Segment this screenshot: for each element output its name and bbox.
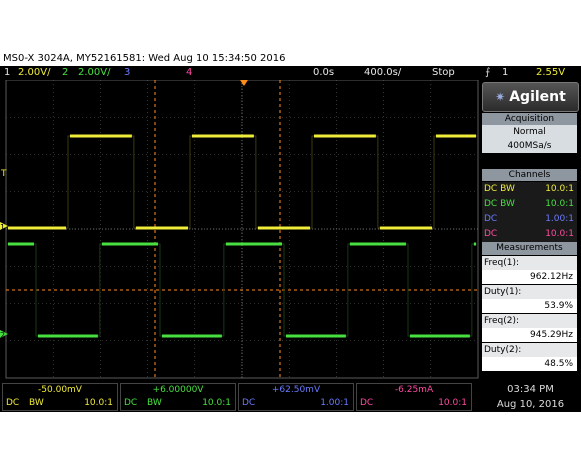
- ch4-offset-cell[interactable]: -6.25mA DC 10.0:1: [356, 383, 472, 411]
- channel-coupling: DC: [484, 229, 498, 239]
- ch3-offset-value: +62.50mV: [271, 385, 321, 395]
- ch2-coupling: DC: [124, 398, 138, 408]
- acquisition-body: Normal 400MSa/s: [482, 125, 577, 153]
- time-offset[interactable]: 0.0s: [313, 66, 334, 80]
- acquisition-header[interactable]: Acquisition: [482, 113, 577, 125]
- channel-probe: 10.0:1: [545, 184, 574, 194]
- channel-markers[interactable]: 1 2 T: [0, 169, 8, 340]
- ch1-marker-label: 1: [0, 223, 5, 232]
- freq2-value: 945.29Hz: [482, 328, 577, 342]
- agilent-spark-icon: ✷: [495, 90, 506, 104]
- clock: 03:34 PM Aug 10, 2016: [480, 380, 581, 412]
- ch3-offset-cell[interactable]: +62.50mV DC 1.00:1: [238, 383, 354, 411]
- brand-logo: ✷ Agilent: [482, 82, 579, 112]
- channel-coupling: DC BW: [484, 199, 515, 209]
- clock-date: Aug 10, 2016: [496, 399, 565, 410]
- rising-edge-trigger-icon[interactable]: ⨍: [485, 66, 490, 80]
- clock-time: 03:34 PM: [507, 384, 554, 395]
- channel-coupling: DC: [484, 214, 498, 224]
- trigger-source[interactable]: 1: [502, 66, 508, 80]
- measurements-header[interactable]: Measurements: [482, 242, 577, 255]
- channels-header[interactable]: Channels: [482, 169, 577, 181]
- ch2-probe: 10.0:1: [202, 398, 231, 408]
- right-sidebar: ✷ Agilent Acquisition Normal 400MSa/s Cha…: [480, 80, 581, 380]
- duty1-value: 53.9%: [482, 299, 577, 313]
- channel-row-3[interactable]: DC 1.00:1: [482, 212, 577, 228]
- freq2-label: Freq(2):: [482, 314, 577, 328]
- ch1-coupling: DC: [6, 398, 20, 408]
- ch4-number[interactable]: 4: [186, 66, 192, 80]
- ch3-probe: 1.00:1: [320, 398, 349, 408]
- freq1-label: Freq(1):: [482, 256, 577, 270]
- channel-probe: 10.0:1: [545, 229, 574, 239]
- ch3-number[interactable]: 3: [124, 66, 130, 80]
- trigger-position-icon: [240, 80, 248, 86]
- channel-row-4[interactable]: DC 10.0:1: [482, 227, 577, 243]
- ch1-bw-limit: BW: [29, 398, 44, 408]
- ch2-scale[interactable]: 2.00V/: [78, 66, 110, 80]
- channel-probe: 10.0:1: [545, 199, 574, 209]
- freq1-value: 962.12Hz: [482, 270, 577, 284]
- ch4-coupling: DC: [360, 398, 374, 408]
- trigger-level[interactable]: 2.55V: [536, 66, 565, 80]
- top-status-bar: 1 2.00V/ 2 2.00V/ 3 4 0.0s 400.0s/ Stop: [0, 66, 480, 80]
- bottom-channel-bar: -50.00mV DC BW 10.0:1 +6.00000V DC BW 10…: [0, 380, 477, 412]
- ch2-number[interactable]: 2: [62, 66, 68, 80]
- ch2-bw-limit: BW: [147, 398, 162, 408]
- channel-row-1[interactable]: DC BW 10.0:1: [482, 182, 577, 198]
- channel-coupling: DC BW: [484, 184, 515, 194]
- duty1-label: Duty(1):: [482, 285, 577, 299]
- ch2-offset-value: +6.00000V: [152, 385, 204, 395]
- ch4-offset-value: -6.25mA: [394, 385, 434, 395]
- brand-name: Agilent: [509, 89, 566, 105]
- ch1-scale[interactable]: 2.00V/: [18, 66, 50, 80]
- waveform-grid: 1 2 T: [0, 80, 479, 379]
- acquisition-rate: 400MSa/s: [507, 141, 552, 151]
- ch1-offset-cell[interactable]: -50.00mV DC BW 10.0:1: [2, 383, 118, 411]
- window-title: MS0-X 3024A, MY52161581: Wed Aug 10 15:3…: [3, 53, 286, 64]
- channel-probe: 1.00:1: [545, 214, 574, 224]
- channel-row-2[interactable]: DC BW 10.0:1: [482, 197, 577, 213]
- ch1-number[interactable]: 1: [4, 66, 10, 80]
- ch1-probe: 10.0:1: [84, 398, 113, 408]
- acquisition-mode: Normal: [513, 127, 546, 137]
- ch3-coupling: DC: [242, 398, 256, 408]
- ch1-offset-value: -50.00mV: [38, 385, 82, 395]
- ch4-probe: 10.0:1: [438, 398, 467, 408]
- time-scale[interactable]: 400.0s/: [364, 66, 401, 80]
- duty2-value: 48.5%: [482, 357, 577, 371]
- trigger-level-marker: T: [0, 169, 7, 179]
- ch2-offset-cell[interactable]: +6.00000V DC BW 10.0:1: [120, 383, 236, 411]
- run-state[interactable]: Stop: [432, 66, 455, 80]
- duty2-label: Duty(2):: [482, 343, 577, 357]
- trigger-status: ⨍ 1 2.55V: [480, 66, 581, 80]
- ch2-marker-label: 2: [0, 331, 5, 340]
